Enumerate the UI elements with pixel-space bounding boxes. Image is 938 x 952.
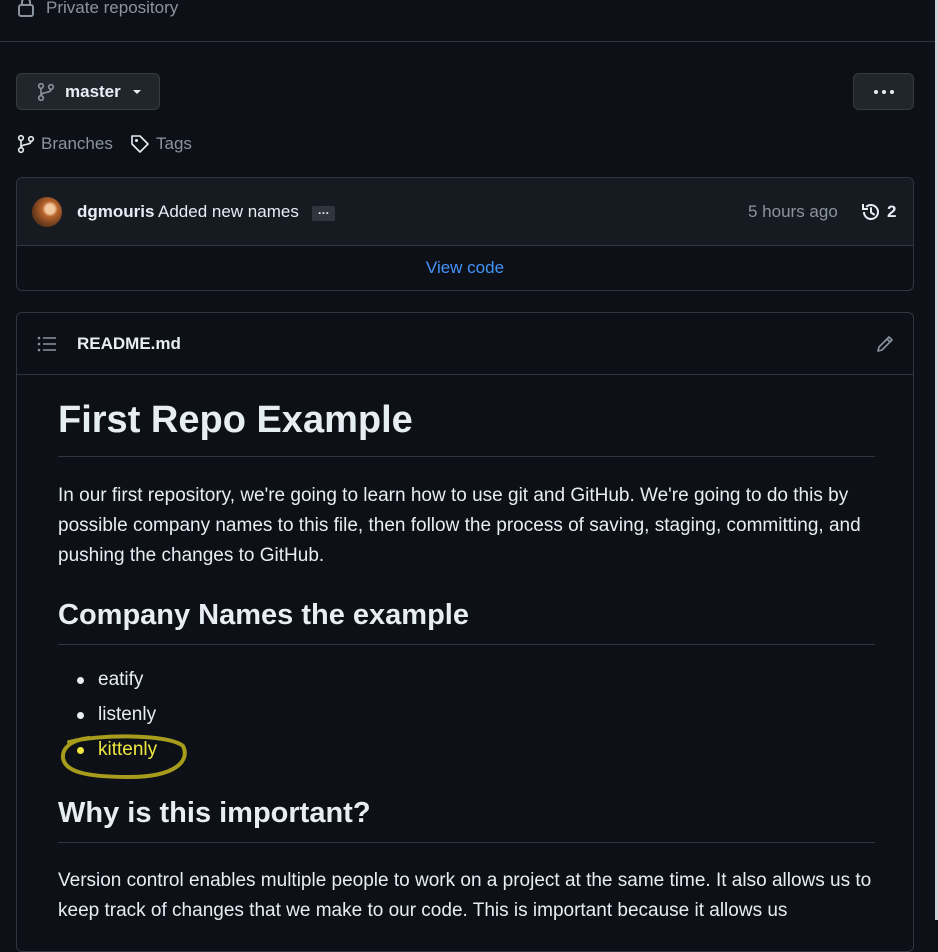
branch-selector-button[interactable]: master [16, 73, 160, 110]
bullet-icon [77, 712, 84, 719]
readme-filename[interactable]: README.md [77, 334, 181, 354]
avatar[interactable] [32, 197, 62, 227]
section-heading-why-important: Why is this important? [58, 797, 371, 829]
commit-header: dgmouris Added new names … 5 hours ago 2 [17, 178, 913, 246]
section-heading-company-names: Company Names the example [58, 599, 469, 631]
branch-name: master [65, 81, 121, 101]
pencil-icon[interactable] [875, 334, 895, 354]
readme-panel: README.md First Repo Example In our firs… [16, 312, 914, 952]
branches-label: Branches [41, 134, 113, 153]
history-icon [860, 201, 882, 223]
tag-icon [130, 134, 150, 154]
section-paragraph: Version control enables multiple people … [58, 870, 872, 921]
branches-link[interactable]: Branches [17, 134, 113, 154]
list-item-text: listenly [98, 704, 157, 725]
highlight-circle-annotation [59, 732, 191, 782]
commit-message[interactable]: Added new names [158, 202, 299, 222]
readme-title: First Repo Example [58, 399, 413, 441]
latest-commit-box: dgmouris Added new names … 5 hours ago 2… [16, 177, 914, 291]
commit-history-link[interactable]: 2 [860, 201, 896, 223]
expand-commit-message-button[interactable]: … [312, 204, 335, 221]
commit-author[interactable]: dgmouris [77, 202, 154, 222]
readme-intro-paragraph: In our first repository, we're going to … [58, 485, 861, 566]
heading-divider [58, 456, 875, 457]
list-outline-icon[interactable] [37, 335, 57, 353]
list-item: eatify [58, 668, 875, 703]
caret-down-icon [131, 88, 143, 96]
readme-header: README.md [17, 313, 913, 375]
commit-time[interactable]: 5 hours ago [748, 202, 838, 222]
kebab-horizontal-icon [873, 89, 895, 95]
git-branch-icon [37, 82, 55, 102]
heading-divider [58, 644, 875, 645]
tags-link[interactable]: Tags [130, 134, 192, 154]
tags-label: Tags [156, 134, 192, 153]
git-branch-icon [17, 134, 35, 154]
bullet-icon [77, 677, 84, 684]
private-repository-label: Private repository [46, 0, 179, 17]
commit-count: 2 [887, 202, 897, 221]
list-item-text: eatify [98, 669, 144, 690]
lock-icon [17, 0, 35, 17]
more-options-button[interactable] [853, 73, 914, 110]
heading-divider [58, 842, 875, 843]
view-code-link[interactable]: View code [17, 258, 913, 278]
